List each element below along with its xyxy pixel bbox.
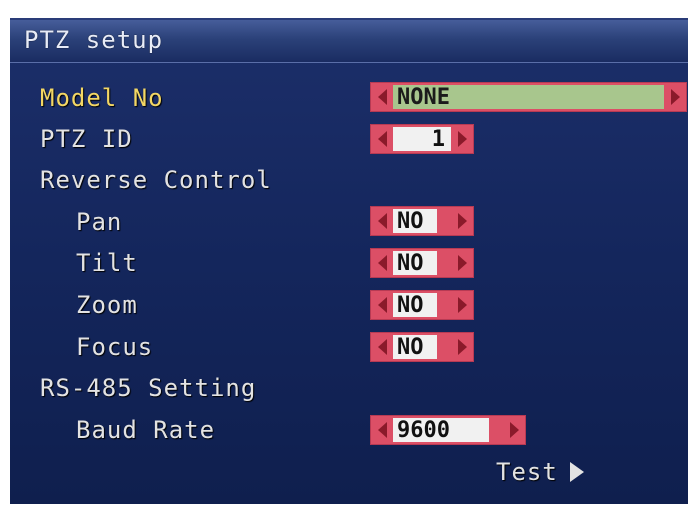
model-no-selector[interactable]: NONE	[370, 82, 687, 112]
chevron-right-icon[interactable]	[451, 333, 473, 361]
model-no-value: NONE	[393, 85, 664, 110]
focus-value: NO	[393, 335, 437, 360]
ptz-id-label: PTZ ID	[40, 125, 133, 153]
chevron-right-icon[interactable]	[664, 83, 686, 111]
zoom-value: NO	[393, 293, 437, 318]
baud-rate-label: Baud Rate	[76, 416, 216, 444]
tilt-selector[interactable]: NO	[370, 248, 474, 278]
chevron-right-icon[interactable]	[503, 416, 525, 444]
chevron-left-icon[interactable]	[371, 125, 393, 153]
pan-selector[interactable]: NO	[370, 206, 474, 236]
chevron-right-icon[interactable]	[451, 125, 473, 153]
model-no-label: Model No	[40, 84, 164, 112]
chevron-right-icon[interactable]	[451, 249, 473, 277]
chevron-left-icon[interactable]	[371, 83, 393, 111]
chevron-right-icon[interactable]	[451, 291, 473, 319]
chevron-left-icon[interactable]	[371, 291, 393, 319]
test-label: Test	[496, 458, 558, 486]
play-icon	[569, 462, 584, 482]
screen: PTZ setup Model No NONE PTZ ID 1 Reverse…	[0, 0, 691, 511]
chevron-left-icon[interactable]	[371, 207, 393, 235]
zoom-selector[interactable]: NO	[370, 290, 474, 320]
zoom-label: Zoom	[76, 291, 138, 319]
rs485-setting-heading: RS-485 Setting	[40, 374, 257, 402]
ptz-setup-panel: PTZ setup Model No NONE PTZ ID 1 Reverse…	[10, 18, 688, 504]
tilt-value: NO	[393, 251, 437, 276]
pan-value: NO	[393, 209, 437, 234]
baud-rate-value: 9600	[393, 418, 489, 443]
focus-label: Focus	[76, 333, 154, 361]
chevron-left-icon[interactable]	[371, 333, 393, 361]
title-bar: PTZ setup	[10, 20, 688, 63]
chevron-right-icon[interactable]	[451, 207, 473, 235]
baud-rate-selector[interactable]: 9600	[370, 415, 526, 445]
tilt-label: Tilt	[76, 249, 138, 277]
test-button[interactable]: Test	[496, 458, 584, 486]
pan-label: Pan	[76, 208, 123, 236]
chevron-left-icon[interactable]	[371, 416, 393, 444]
page-title: PTZ setup	[24, 26, 164, 54]
ptz-id-selector[interactable]: 1	[370, 124, 474, 154]
ptz-id-value: 1	[393, 127, 451, 152]
focus-selector[interactable]: NO	[370, 332, 474, 362]
reverse-control-heading: Reverse Control	[40, 166, 272, 194]
chevron-left-icon[interactable]	[371, 249, 393, 277]
